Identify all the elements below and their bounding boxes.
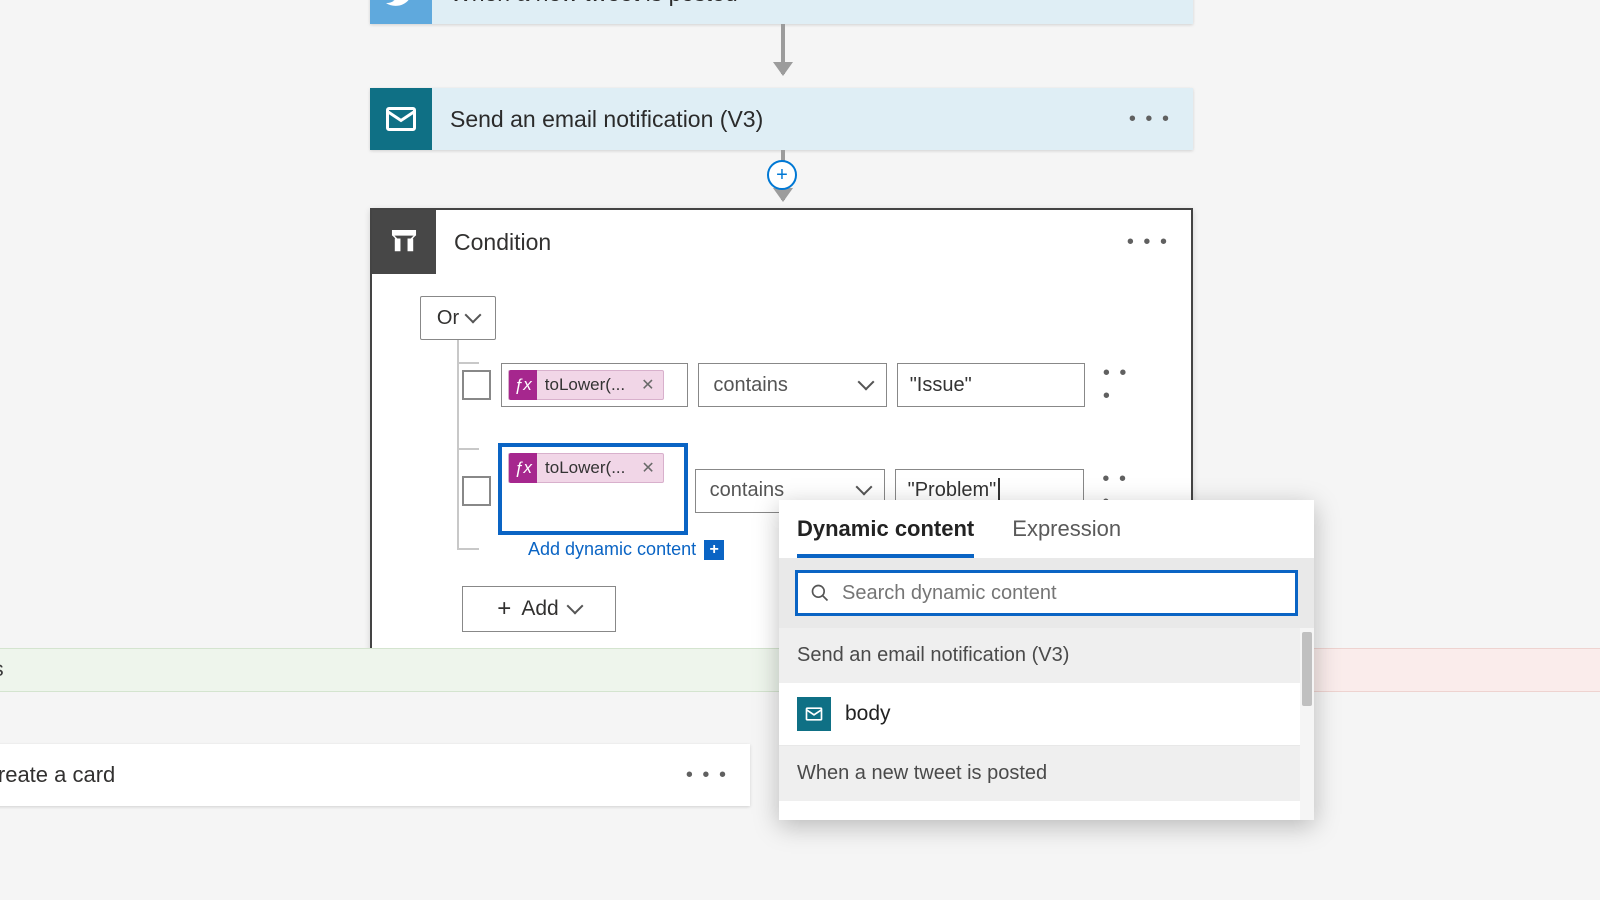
tree-line xyxy=(457,362,479,364)
condition-left-operand[interactable]: ƒx toLower(... ✕ xyxy=(498,443,688,535)
token-label: toLower(... xyxy=(537,375,633,395)
add-button-label: Add xyxy=(521,597,558,621)
condition-value-input[interactable]: "Issue" xyxy=(897,363,1085,407)
trigger-card[interactable]: When a new tweet is posted • • • xyxy=(370,0,1193,24)
remove-token-button[interactable]: ✕ xyxy=(633,458,662,478)
dynamic-content-item[interactable]: body xyxy=(779,683,1314,746)
email-step-label: Send an email notification (V3) xyxy=(432,106,1129,133)
operator-label: contains xyxy=(713,374,788,397)
logic-operator-dropdown[interactable]: Or xyxy=(420,296,496,340)
token-label: toLower(... xyxy=(537,458,633,478)
email-step-menu[interactable]: • • • xyxy=(1129,108,1193,131)
chevron-down-icon xyxy=(860,374,872,397)
mail-icon xyxy=(370,88,432,150)
logic-operator-label: Or xyxy=(437,307,459,330)
condition-row: ƒx toLower(... ✕ contains "Issue" • • • xyxy=(462,362,1143,408)
chevron-down-icon xyxy=(569,597,581,621)
expression-token[interactable]: ƒx toLower(... ✕ xyxy=(508,370,664,400)
condition-icon xyxy=(372,210,436,274)
email-step-card[interactable]: Send an email notification (V3) • • • xyxy=(370,88,1193,150)
plus-icon: + xyxy=(497,595,511,623)
search-wrap xyxy=(779,558,1314,628)
plus-icon: + xyxy=(704,540,724,560)
twitter-icon xyxy=(370,0,432,24)
popup-tabs: Dynamic content Expression xyxy=(779,500,1314,558)
remove-token-button[interactable]: ✕ xyxy=(633,375,662,395)
tree-line xyxy=(457,448,479,450)
search-input[interactable] xyxy=(842,582,1283,605)
dynamic-group-title: Send an email notification (V3) xyxy=(779,628,1314,683)
yes-branch-label: yes xyxy=(0,658,4,682)
condition-left-operand[interactable]: ƒx toLower(... ✕ xyxy=(501,363,689,407)
operator-label: contains xyxy=(710,479,785,502)
tree-line xyxy=(457,340,459,550)
yes-action-menu[interactable]: • • • xyxy=(686,764,728,787)
value-text: "Problem" xyxy=(908,479,997,502)
tab-expression[interactable]: Expression xyxy=(1012,516,1121,558)
yes-action-label: Create a card xyxy=(0,762,115,788)
fx-icon: ƒx xyxy=(509,370,537,400)
add-dynamic-label: Add dynamic content xyxy=(528,539,696,560)
trigger-menu[interactable]: • • • xyxy=(1129,0,1193,5)
dynamic-group-title: When a new tweet is posted xyxy=(779,746,1314,801)
condition-header[interactable]: Condition • • • xyxy=(372,210,1191,274)
fx-icon: ƒx xyxy=(509,453,537,483)
yes-action-card[interactable]: Create a card • • • xyxy=(0,744,750,806)
chevron-down-icon xyxy=(467,307,479,330)
chevron-down-icon xyxy=(858,479,870,502)
expression-token[interactable]: ƒx toLower(... ✕ xyxy=(508,453,664,483)
condition-operator-select[interactable]: contains xyxy=(698,363,886,407)
value-text: "Issue" xyxy=(910,374,972,397)
search-field[interactable] xyxy=(795,570,1298,616)
tree-line xyxy=(457,548,479,550)
mail-icon xyxy=(797,697,831,731)
trigger-label: When a new tweet is posted xyxy=(432,0,1129,7)
condition-title: Condition xyxy=(436,229,1127,256)
row-checkbox[interactable] xyxy=(462,476,491,506)
dynamic-content-popup: Dynamic content Expression Send an email… xyxy=(779,500,1314,820)
dynamic-item-label: body xyxy=(845,702,891,726)
tab-dynamic-content[interactable]: Dynamic content xyxy=(797,516,974,558)
arrow-connector xyxy=(781,24,785,74)
search-icon xyxy=(810,583,830,603)
scrollbar[interactable] xyxy=(1300,628,1314,820)
add-step-button[interactable]: + xyxy=(767,160,797,190)
row-menu[interactable]: • • • xyxy=(1095,362,1143,408)
yes-branch-header[interactable]: yes xyxy=(0,648,780,692)
add-condition-button[interactable]: + Add xyxy=(462,586,616,632)
condition-menu[interactable]: • • • xyxy=(1127,231,1191,254)
dynamic-content-list[interactable]: Send an email notification (V3) body Whe… xyxy=(779,628,1314,820)
row-checkbox[interactable] xyxy=(462,370,491,400)
